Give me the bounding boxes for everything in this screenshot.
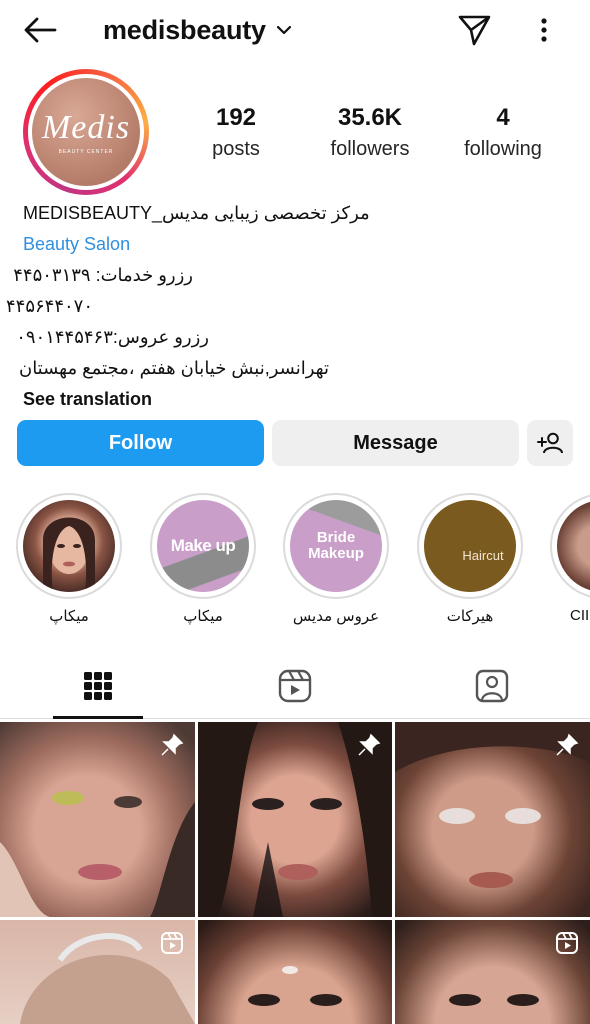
pin-icon <box>358 733 381 756</box>
bio-line-bridal: رزرو عروس:۰۹۰۱۴۴۵۴۶۳ <box>16 327 209 347</box>
reels-icon <box>278 669 312 703</box>
share-button[interactable] <box>455 10 495 50</box>
reel-icon <box>161 932 183 954</box>
suggested-accounts-button[interactable] <box>527 420 573 466</box>
reel-badge <box>159 930 185 956</box>
following-stat[interactable]: 4 following <box>458 104 548 161</box>
top-bar: medisbeauty <box>0 0 590 60</box>
posts-stat[interactable]: 192 posts <box>200 104 272 161</box>
highlight-item[interactable]: Bride Makeup عروس مدیس <box>283 493 389 625</box>
tab-posts[interactable] <box>53 655 143 717</box>
tab-reels[interactable] <box>250 655 340 717</box>
reel-badge <box>554 930 580 956</box>
post-thumbnail[interactable] <box>395 920 590 1024</box>
post-thumbnail[interactable] <box>395 722 590 917</box>
follow-button[interactable]: Follow <box>17 420 264 466</box>
bio-line-address: تهرانسر,نبش خیابان هفتم ،مجتمع مهستان <box>18 358 329 378</box>
highlight-item[interactable]: CII <box>550 493 590 624</box>
followers-stat[interactable]: 35.6K followers <box>324 104 416 161</box>
highlight-label: هیرکات <box>446 608 494 625</box>
posts-grid <box>0 722 590 1024</box>
highlight-cover: Bride Makeup <box>290 500 382 592</box>
story-ring[interactable]: Medis BEAUTY CENTER <box>23 69 149 195</box>
following-label: following <box>464 138 542 160</box>
chevron-down-icon <box>276 25 291 35</box>
bio-display-name: MEDISBEAUTY_مرکز تخصصی زیبایی مدیس <box>23 203 370 223</box>
pinned-post-badge <box>356 732 382 758</box>
pin-icon <box>161 733 184 756</box>
followers-label: followers <box>330 138 410 160</box>
bio-category[interactable]: Beauty Salon <box>23 229 568 260</box>
posts-count: 192 <box>215 104 257 131</box>
add-person-icon <box>537 432 563 454</box>
posts-label: posts <box>212 138 260 160</box>
more-options-button[interactable] <box>528 10 560 50</box>
highlight-cover: Haircut <box>424 500 516 592</box>
tab-tagged[interactable] <box>447 655 537 717</box>
bio-section: MEDISBEAUTY_مرکز تخصصی زیبایی مدیس Beaut… <box>5 198 568 415</box>
back-button[interactable] <box>18 12 62 48</box>
more-vertical-icon <box>541 18 547 42</box>
highlight-item[interactable]: Make up میکاپ <box>150 493 256 625</box>
post-thumbnail[interactable] <box>198 722 392 917</box>
followers-count: 35.6K <box>337 104 403 131</box>
highlight-cover: Make up <box>157 500 249 592</box>
pinned-post-badge <box>159 732 185 758</box>
highlight-cover <box>23 500 115 592</box>
highlight-item[interactable]: Haircut هیرکات <box>417 493 523 625</box>
avatar-logo-text: Medis <box>41 109 131 146</box>
post-thumbnail[interactable] <box>0 722 195 917</box>
highlight-cover-text: Make up <box>170 536 236 555</box>
portrait-image <box>248 966 342 1006</box>
profile-tabs <box>0 655 590 719</box>
highlight-label: میکاپ <box>49 608 89 625</box>
face-portrait-icon <box>43 517 95 592</box>
tagged-person-icon <box>475 669 509 703</box>
following-count: 4 <box>496 104 510 131</box>
active-tab-indicator <box>53 716 143 719</box>
post-thumbnail[interactable] <box>0 920 195 1024</box>
bio-line-booking: رزرو خدمات: ۴۴۵۰۳۱۳۹ <box>13 265 193 285</box>
see-translation-link[interactable]: See translation <box>23 384 568 415</box>
highlight-item[interactable]: میکاپ <box>16 493 122 625</box>
profile-username: medisbeauty <box>103 14 266 45</box>
avatar-logo-subtext: BEAUTY CENTER <box>58 149 114 155</box>
pin-icon <box>556 733 579 756</box>
highlight-cover-text: Haircut <box>462 547 504 563</box>
highlight-label: میکاپ <box>183 608 223 625</box>
reel-icon <box>556 932 578 954</box>
grid-icon <box>84 672 112 700</box>
pinned-post-badge <box>554 732 580 758</box>
arrow-left-icon <box>24 17 57 43</box>
post-thumbnail[interactable] <box>198 920 392 1024</box>
highlight-cover <box>557 500 590 592</box>
highlight-cover-text: Bride Makeup <box>308 529 364 562</box>
avatar: Medis BEAUTY CENTER <box>32 78 140 186</box>
paper-plane-icon <box>458 15 491 46</box>
message-button[interactable]: Message <box>272 420 519 466</box>
highlight-label: عروس مدیس <box>292 608 380 625</box>
bio-line-phone: ۴۴۵۶۴۴۰۷۰ <box>5 296 93 316</box>
highlight-label: CII <box>570 607 590 624</box>
account-switcher[interactable]: medisbeauty <box>103 12 292 48</box>
